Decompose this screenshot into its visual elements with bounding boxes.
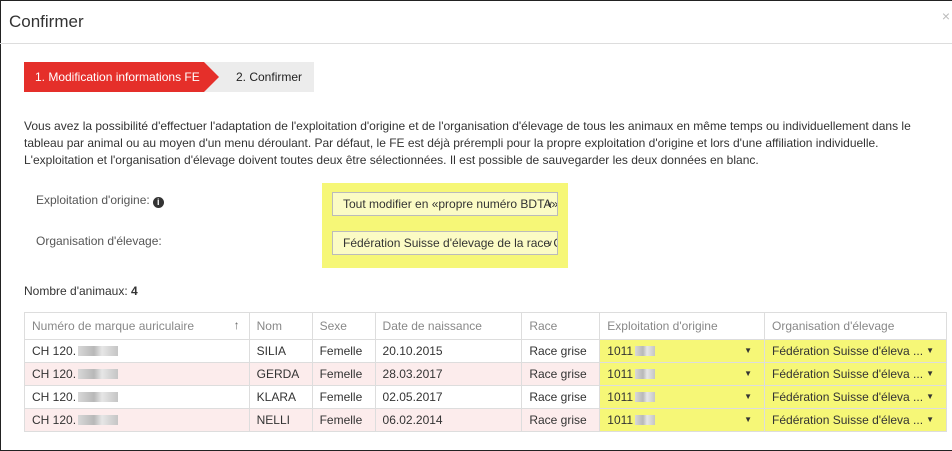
- sex-cell: Femelle: [311, 339, 376, 363]
- table-row: CH 120. NELLI Femelle 06.02.2014 Race gr…: [24, 408, 947, 432]
- org-dropdown[interactable]: Fédération Suisse d'éleva ... ▼: [764, 385, 947, 409]
- origin-select[interactable]: Tout modifier en «propre numéro BDTA» ∨: [332, 192, 558, 216]
- wizard-steps: 1. Modification informations FE 2. Confi…: [24, 62, 314, 92]
- caret-down-icon: ▼: [744, 346, 753, 355]
- col-header-birth[interactable]: Date de naissance: [374, 312, 523, 340]
- ear-tag-cell: CH 120.: [24, 339, 250, 363]
- origin-dropdown[interactable]: 1011 ▼: [599, 408, 766, 432]
- sex-cell: Femelle: [311, 385, 376, 409]
- caret-down-icon: ▼: [926, 369, 934, 378]
- chevron-down-icon: ∨: [546, 238, 553, 248]
- table-row: CH 120. GERDA Femelle 28.03.2017 Race gr…: [24, 362, 947, 386]
- caret-down-icon: ▼: [744, 392, 753, 401]
- birth-cell: 20.10.2015: [374, 339, 523, 363]
- race-cell: Race grise: [521, 339, 601, 363]
- org-select[interactable]: Fédération Suisse d'élevage de la race G…: [332, 231, 558, 255]
- race-cell: Race grise: [521, 385, 601, 409]
- table-header-row: Numéro de marque auriculaire ↑ Nom Sexe D…: [24, 312, 947, 340]
- redacted-mark: [635, 392, 656, 402]
- animals-table: Numéro de marque auriculaire ↑ Nom Sexe D…: [24, 312, 947, 432]
- step-1-tab[interactable]: 1. Modification informations FE: [24, 62, 219, 92]
- redacted-mark: [78, 346, 119, 356]
- name-cell: NELLI: [248, 408, 313, 432]
- info-icon[interactable]: i: [152, 197, 164, 208]
- org-dropdown[interactable]: Fédération Suisse d'éleva ... ▼: [764, 339, 947, 363]
- sex-cell: Femelle: [311, 408, 376, 432]
- ear-tag-cell: CH 120.: [24, 385, 250, 409]
- caret-down-icon: ▼: [744, 415, 753, 424]
- birth-cell: 28.03.2017: [374, 362, 523, 386]
- col-header-race[interactable]: Race: [521, 312, 601, 340]
- org-dropdown[interactable]: Fédération Suisse d'éleva ... ▼: [764, 362, 947, 386]
- col-header-ear[interactable]: Numéro de marque auriculaire ↑: [24, 312, 250, 340]
- org-dropdown[interactable]: Fédération Suisse d'éleva ... ▼: [764, 408, 947, 432]
- table-row: CH 120. SILIA Femelle 20.10.2015 Race gr…: [24, 339, 947, 363]
- close-icon[interactable]: ×: [942, 8, 950, 24]
- birth-cell: 06.02.2014: [374, 408, 523, 432]
- col-header-sex[interactable]: Sexe: [311, 312, 376, 340]
- name-cell: SILIA: [248, 339, 313, 363]
- origin-label: Exploitation d'origine: i: [36, 193, 164, 208]
- col-header-org[interactable]: Organisation d'élevage: [764, 312, 947, 340]
- description-text: Vous avez la possibilité d'effectuer l'a…: [24, 119, 911, 167]
- caret-down-icon: ▼: [926, 392, 934, 401]
- redacted-mark: [635, 369, 656, 379]
- redacted-mark: [78, 392, 119, 402]
- caret-down-icon: ▼: [926, 415, 934, 424]
- table-row: CH 120. KLARA Femelle 02.05.2017 Race gr…: [24, 385, 947, 409]
- race-cell: Race grise: [521, 362, 601, 386]
- redacted-mark: [78, 369, 119, 379]
- col-header-name[interactable]: Nom: [248, 312, 313, 340]
- animal-count: Nombre d'animaux: 4: [24, 284, 138, 298]
- caret-down-icon: ▼: [744, 369, 753, 378]
- org-label: Organisation d'élevage:: [36, 234, 162, 248]
- origin-dropdown[interactable]: 1011 ▼: [599, 339, 766, 363]
- redacted-mark: [78, 415, 119, 425]
- caret-down-icon: ▼: [926, 346, 934, 355]
- redacted-mark: [635, 346, 656, 356]
- race-cell: Race grise: [521, 408, 601, 432]
- origin-dropdown[interactable]: 1011 ▼: [599, 385, 766, 409]
- birth-cell: 02.05.2017: [374, 385, 523, 409]
- chevron-down-icon: ∨: [546, 199, 553, 209]
- sex-cell: Femelle: [311, 362, 376, 386]
- col-header-origin[interactable]: Exploitation d'origine: [599, 312, 766, 340]
- dialog-title: Confirmer: [9, 12, 84, 31]
- name-cell: KLARA: [248, 385, 313, 409]
- step-2-tab[interactable]: 2. Confirmer: [204, 62, 314, 92]
- origin-dropdown[interactable]: 1011 ▼: [599, 362, 766, 386]
- dialog-header: Confirmer ×: [0, 0, 952, 44]
- name-cell: GERDA: [248, 362, 313, 386]
- ear-tag-cell: CH 120.: [24, 408, 250, 432]
- sort-arrow-icon[interactable]: ↑: [234, 318, 240, 332]
- redacted-mark: [635, 415, 656, 425]
- ear-tag-cell: CH 120.: [24, 362, 250, 386]
